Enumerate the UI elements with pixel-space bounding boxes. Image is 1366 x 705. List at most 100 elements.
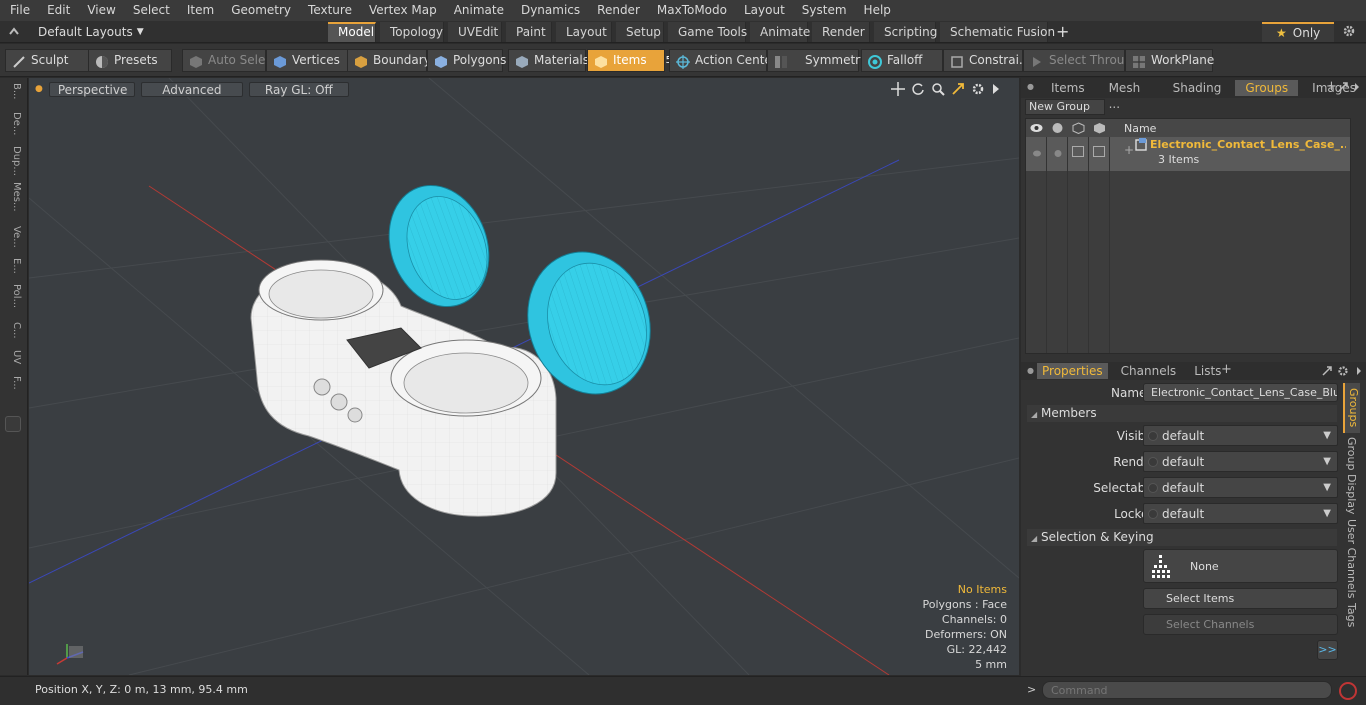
expand-plus-icon[interactable]: + [1124, 143, 1134, 157]
expand-panel-icon[interactable] [1337, 81, 1349, 96]
left-tab-3[interactable]: Mes... [4, 182, 22, 212]
group-row[interactable]: + Electronic_Contact_Lens_Case_... 3 Ite… [1026, 137, 1350, 171]
left-tab-2[interactable]: Dup... [4, 146, 22, 176]
tab-render[interactable]: Render [812, 22, 870, 42]
panel-tab-shading[interactable]: Shading [1163, 80, 1232, 96]
menu-view[interactable]: View [77, 0, 122, 21]
panel-tab-mesh-[interactable]: Mesh ... [1099, 80, 1159, 111]
symmetry-button[interactable]: Symmetry [767, 49, 867, 72]
vertices-button[interactable]: Vertices 1 [266, 49, 355, 72]
menu-layout[interactable]: Layout [734, 0, 792, 21]
tab-model[interactable]: Model [328, 22, 376, 42]
tab-uvedit[interactable]: UVEdit [448, 22, 502, 42]
left-tab-7[interactable]: C... [4, 322, 22, 339]
panel-tab-items[interactable]: Items [1041, 80, 1095, 96]
raygl-button[interactable]: Ray GL: Off [248, 82, 349, 97]
properties-expand-icon[interactable] [1321, 365, 1333, 380]
property-dropdown-visible[interactable]: default ▼ [1143, 425, 1338, 446]
tab-game-tools[interactable]: Game Tools [668, 22, 747, 42]
menu-maxtomodo[interactable]: MaxToModo [647, 0, 734, 21]
workplane-button[interactable]: WorkPlane [1125, 49, 1214, 72]
menu-texture[interactable]: Texture [298, 0, 359, 21]
row-eye-icon[interactable] [1032, 147, 1042, 161]
move-view-icon[interactable] [891, 82, 905, 99]
new-group-button[interactable]: New Group [1025, 99, 1105, 115]
action-center-button[interactable]: Action Center [669, 49, 777, 72]
property-dropdown-render[interactable]: default ▼ [1143, 451, 1338, 472]
constraints-button[interactable]: Constrai... [943, 49, 1030, 72]
property-dropdown-selectable[interactable]: default ▼ [1143, 477, 1338, 498]
render-icon[interactable] [1051, 122, 1064, 137]
menu-animate[interactable]: Animate [444, 0, 511, 21]
menu-system[interactable]: System [792, 0, 854, 21]
command-input[interactable] [1042, 681, 1332, 699]
properties-menu-dot[interactable]: ● [1027, 366, 1034, 375]
viewport-arrow-icon[interactable] [991, 82, 1001, 99]
layout-expand-icon[interactable] [8, 26, 20, 38]
materials-button[interactable]: Materials [508, 49, 589, 72]
tab-setup[interactable]: Setup [616, 22, 664, 42]
record-icon[interactable] [1339, 682, 1357, 700]
select-cube-icon[interactable] [1072, 122, 1085, 137]
3d-viewport[interactable]: ● Perspective Advanced Ray GL: Off No It… [29, 78, 1019, 675]
menu-select[interactable]: Select [123, 0, 177, 21]
panel-tab-groups[interactable]: Groups [1235, 80, 1299, 96]
tab-layout[interactable]: Layout [556, 22, 612, 42]
properties-tab-channels[interactable]: Channels [1116, 363, 1182, 379]
gear-icon[interactable] [1342, 24, 1356, 38]
panel-menu-dot[interactable]: ● [1027, 82, 1034, 91]
panel-arrow-icon[interactable] [1353, 81, 1361, 96]
auto-select-button[interactable]: Auto Select [182, 49, 277, 72]
tab-schematic-fusion[interactable]: Schematic Fusion [940, 22, 1055, 42]
zoom-view-icon[interactable] [931, 82, 945, 99]
only-button[interactable]: ★ Only [1262, 22, 1334, 42]
advanced-button[interactable]: Advanced [140, 82, 243, 97]
row-lock-checkbox[interactable] [1093, 146, 1105, 157]
menu-geometry[interactable]: Geometry [221, 0, 298, 21]
menu-item[interactable]: Item [177, 0, 221, 21]
properties-tab-properties[interactable]: Properties [1037, 363, 1108, 379]
polygons-button[interactable]: Polygons [427, 49, 506, 72]
select-channels-button[interactable]: Select Channels [1143, 614, 1338, 635]
left-tab-4[interactable]: Ve... [4, 226, 22, 248]
left-tab-0[interactable]: B... [4, 83, 22, 99]
expand-more-button[interactable]: >> [1317, 640, 1338, 660]
left-tab-6[interactable]: Pol... [4, 284, 22, 308]
add-tab-button[interactable]: + [1056, 22, 1072, 42]
tab-animate[interactable]: Animate [750, 22, 810, 42]
left-tab-8[interactable]: UV [4, 350, 22, 364]
row-select-checkbox[interactable] [1072, 146, 1084, 157]
lock-cube-icon[interactable] [1093, 122, 1106, 137]
select-items-button[interactable]: Select Items [1143, 588, 1338, 609]
default-layouts-dropdown[interactable]: Default Layouts ▼ [38, 23, 144, 41]
scene-canvas[interactable] [29, 78, 1019, 675]
side-tab-tags[interactable]: Tags [1345, 603, 1358, 627]
properties-gear-icon[interactable] [1337, 365, 1349, 380]
property-dropdown-locked[interactable]: default ▼ [1143, 503, 1338, 524]
menu-render[interactable]: Render [587, 0, 647, 21]
viewport-menu-dot[interactable]: ● [35, 82, 43, 97]
presets-button[interactable]: Presets [88, 49, 172, 72]
left-tab-5[interactable]: E... [4, 258, 22, 274]
left-strip-small-button[interactable] [5, 416, 21, 432]
members-section[interactable]: ◢ Members [1027, 405, 1337, 422]
menu-dynamics[interactable]: Dynamics [511, 0, 587, 21]
perspective-button[interactable]: Perspective [48, 82, 135, 97]
menu-vertex-map[interactable]: Vertex Map [359, 0, 444, 21]
viewport-gear-icon[interactable] [971, 82, 985, 99]
menu-file[interactable]: File [0, 0, 37, 21]
left-tab-9[interactable]: F... [4, 376, 22, 390]
maximize-view-icon[interactable] [951, 82, 965, 99]
none-keying-button[interactable]: None [1143, 549, 1338, 583]
left-tab-1[interactable]: De... [4, 112, 22, 135]
add-properties-tab-button[interactable]: + [1221, 362, 1232, 377]
tab-topology[interactable]: Topology [380, 22, 444, 42]
add-panel-tab-button[interactable]: + [1326, 79, 1337, 94]
rotate-view-icon[interactable] [911, 82, 925, 99]
visibility-eye-icon[interactable] [1030, 122, 1043, 137]
tab-scripting[interactable]: Scripting [874, 22, 937, 42]
menu-edit[interactable]: Edit [37, 0, 77, 21]
boundary-button[interactable]: Boundary [347, 49, 431, 72]
selection-keying-section[interactable]: ◢ Selection & Keying [1027, 529, 1337, 546]
tab-paint[interactable]: Paint [506, 22, 552, 42]
